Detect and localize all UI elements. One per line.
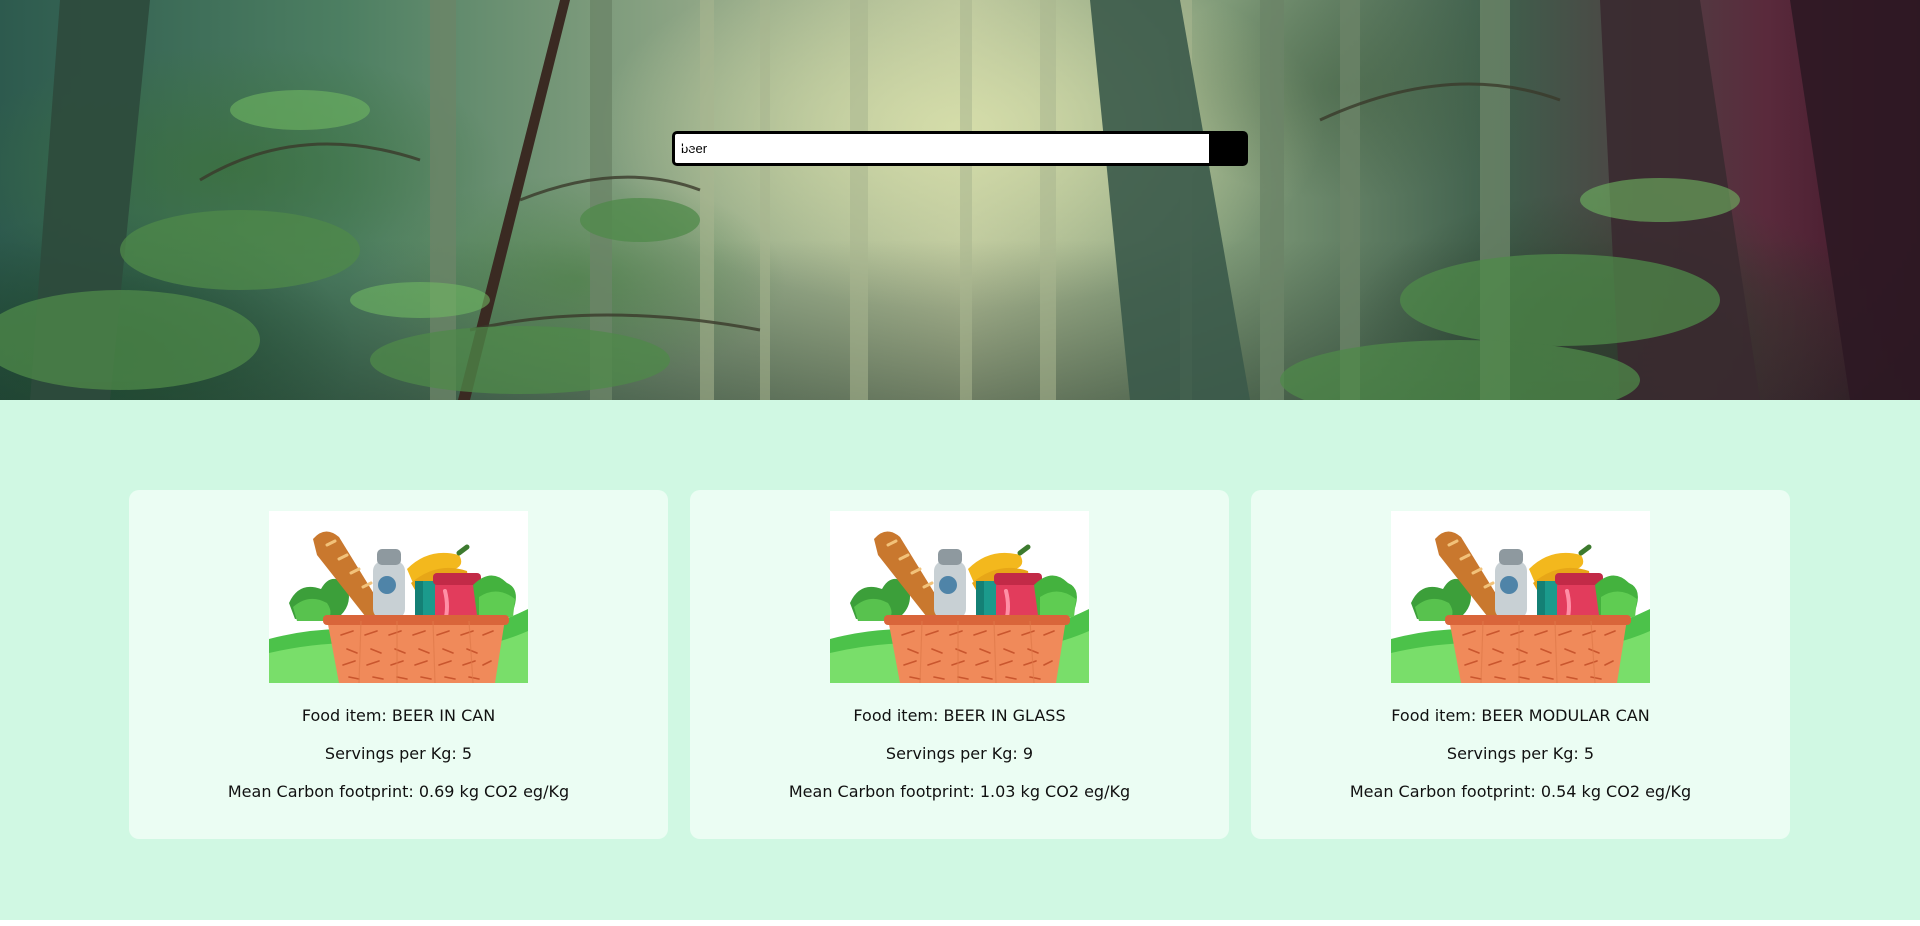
carbon-footprint-label: Mean Carbon footprint: 0.54 kg CO2 eg/Kg [1349, 782, 1692, 801]
forest-trees [0, 0, 1920, 400]
search-bar [672, 131, 1248, 166]
servings-label: Servings per Kg: 9 [885, 744, 1034, 763]
result-card: Food item: BEER MODULAR CAN Servings per… [1251, 490, 1790, 839]
carbon-footprint-label: Mean Carbon footprint: 0.69 kg CO2 eg/Kg [227, 782, 570, 801]
grocery-basket-icon [1391, 511, 1650, 683]
food-item-label: Food item: BEER IN CAN [301, 706, 496, 725]
hero-banner [0, 0, 1920, 400]
page-bottom-edge [0, 920, 1920, 926]
result-card: Food item: BEER IN CAN Servings per Kg: … [129, 490, 668, 839]
carbon-footprint-label: Mean Carbon footprint: 1.03 kg CO2 eg/Kg [788, 782, 1131, 801]
servings-label: Servings per Kg: 5 [1446, 744, 1595, 763]
food-item-label: Food item: BEER MODULAR CAN [1391, 706, 1650, 725]
servings-label: Servings per Kg: 5 [324, 744, 473, 763]
search-icon [676, 135, 693, 152]
grocery-basket-icon [269, 511, 528, 683]
search-input[interactable] [675, 134, 1209, 163]
results-grid: Food item: BEER IN CAN Servings per Kg: … [129, 490, 1791, 840]
food-item-label: Food item: BEER IN GLASS [853, 706, 1066, 725]
grocery-basket-icon [830, 511, 1089, 683]
search-button[interactable] [676, 134, 1245, 163]
result-card: Food item: BEER IN GLASS Servings per Kg… [690, 490, 1229, 839]
